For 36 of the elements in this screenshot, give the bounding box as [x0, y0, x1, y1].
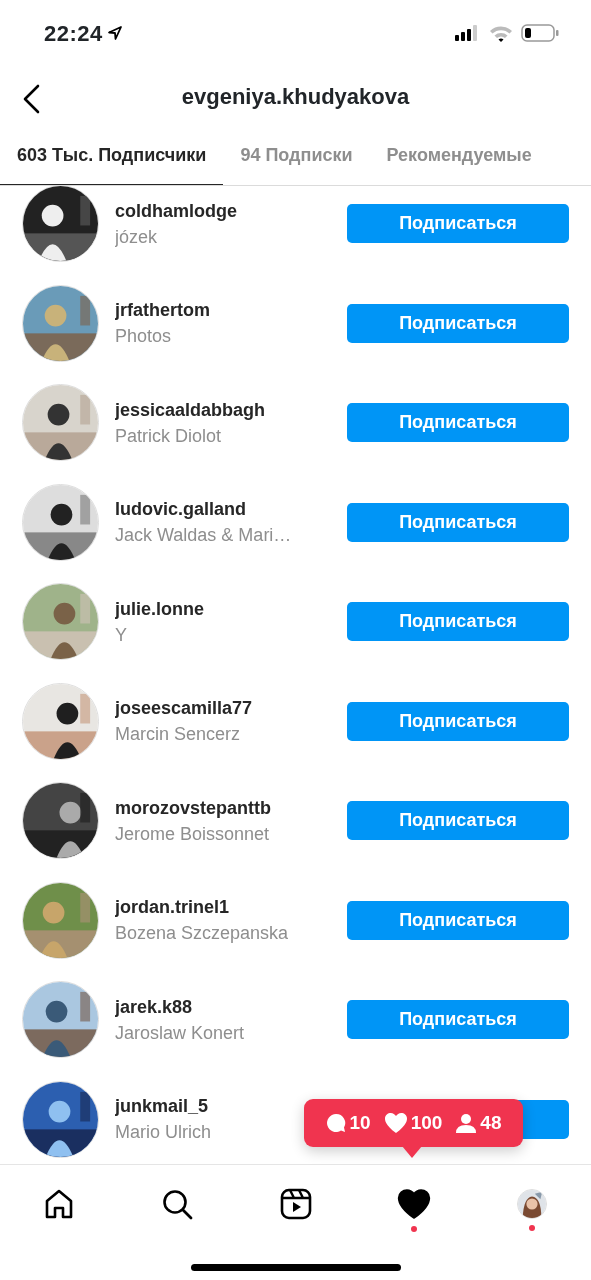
tab[interactable]: 603 Тыс. Подписчики	[0, 126, 224, 185]
full-name: Bozena Szczepanska	[115, 922, 290, 946]
full-name: Jerome Boissonnet	[115, 822, 271, 846]
username[interactable]: joseescamilla77	[115, 695, 331, 722]
heart-icon[interactable]	[396, 1188, 431, 1220]
activity-count: 48	[480, 1110, 502, 1135]
full-name: Photos	[115, 325, 173, 349]
search-icon[interactable]	[161, 1188, 194, 1220]
username[interactable]: julie.lonne	[115, 595, 331, 622]
full-name: Jaroslaw Konert	[115, 1021, 246, 1045]
profile-avatar[interactable]	[516, 1189, 547, 1219]
location-arrow-icon	[106, 25, 123, 41]
full-name: Jack Waldas & Mari…	[115, 524, 293, 548]
heart-icon	[384, 1113, 407, 1133]
person-icon	[456, 1113, 477, 1133]
full-name: Marcin Sencerz	[115, 723, 242, 747]
profile-username: evgeniya.khudyakova	[181, 82, 410, 111]
battery-icon	[521, 24, 559, 42]
username[interactable]: jrfathertom	[115, 297, 331, 324]
reels-icon[interactable]	[279, 1188, 312, 1220]
activity-count: 10	[349, 1110, 371, 1135]
status-time: 22:24	[44, 19, 103, 48]
activity-count: 100	[410, 1110, 443, 1135]
full-name: Mario Ulrich	[115, 1121, 212, 1145]
username[interactable]: jessicaaldabbagh	[115, 396, 331, 423]
username[interactable]: ludovic.galland	[115, 496, 331, 523]
full-name: Y	[115, 623, 128, 647]
full-name: józek	[115, 225, 159, 249]
back-icon[interactable]	[22, 84, 42, 114]
username[interactable]: coldhamlodge	[115, 197, 331, 224]
username[interactable]: morozovstepanttb	[115, 794, 331, 821]
comment-icon	[325, 1113, 346, 1133]
wifi-icon	[489, 24, 513, 42]
username[interactable]: jarek.k88	[115, 993, 331, 1020]
username[interactable]: jordan.trinel1	[115, 894, 331, 921]
full-name: Patrick Diolot	[115, 424, 223, 448]
